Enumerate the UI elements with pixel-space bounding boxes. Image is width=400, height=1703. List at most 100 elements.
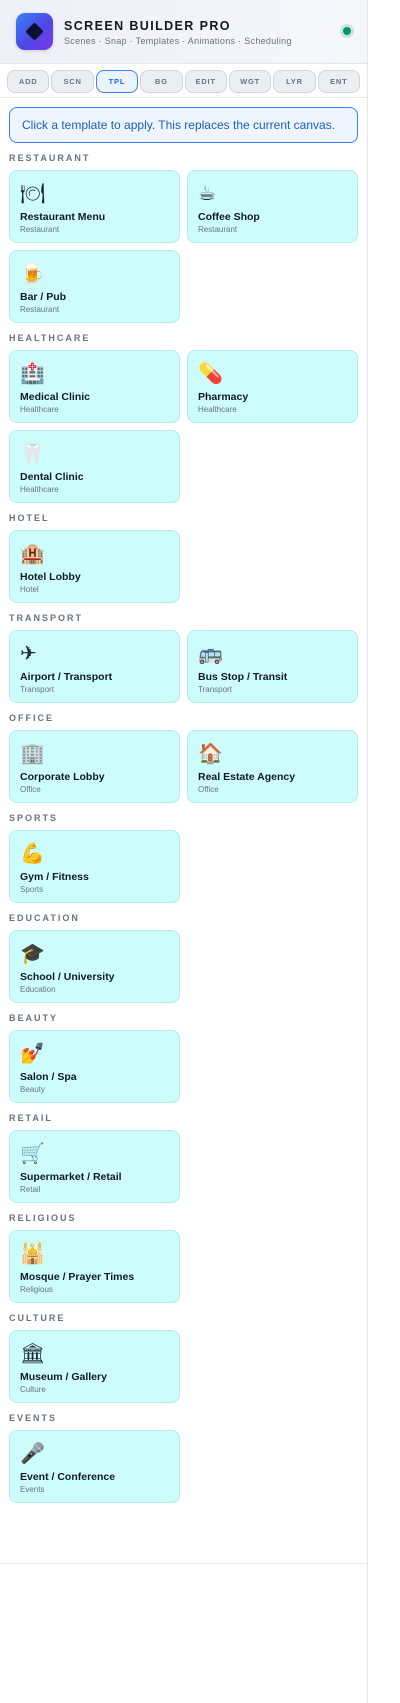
template-name: Dental Clinic xyxy=(20,471,84,483)
tab-add[interactable]: ADD xyxy=(7,70,50,93)
template-category: Events xyxy=(20,1485,45,1494)
app-header: SCREEN BUILDER PRO Scenes · Snap · Templ… xyxy=(0,0,367,64)
template-name: Event / Conference xyxy=(20,1471,116,1483)
template-grid-healthcare: 🏥 Medical Clinic Healthcare 💊 Pharmacy Health… xyxy=(9,350,358,503)
section-title-transport: TRANSPORT xyxy=(9,613,83,623)
title-block: SCREEN BUILDER PRO Scenes · Snap · Templ… xyxy=(64,18,351,46)
section-title-religious: RELIGIOUS xyxy=(9,1213,77,1223)
template-card[interactable]: 🏨 Hotel Lobby Hotel xyxy=(9,530,180,603)
template-card[interactable]: 🍺 Bar / Pub Restaurant xyxy=(9,250,180,323)
nail-polish-icon: 💅 xyxy=(20,1041,45,1065)
tab-tpl[interactable]: TPL xyxy=(95,70,139,93)
section-title-office: OFFICE xyxy=(9,713,54,723)
template-category: Transport xyxy=(198,685,232,694)
template-name: Salon / Spa xyxy=(20,1071,77,1083)
template-card[interactable]: 💪 Gym / Fitness Sports xyxy=(9,830,180,903)
status-indicator xyxy=(343,27,351,35)
section-title-culture: CULTURE xyxy=(9,1313,66,1323)
template-grid-education: 🎓 School / University Education xyxy=(9,930,358,1003)
template-category: Restaurant xyxy=(20,305,60,314)
graduation-cap-icon: 🎓 xyxy=(20,941,45,965)
template-name: Corporate Lobby xyxy=(20,771,105,783)
template-card[interactable]: 🚌 Bus Stop / Transit Transport xyxy=(187,630,358,703)
template-card[interactable]: 🏛 Museum / Gallery Culture xyxy=(9,1330,180,1403)
section-title-events: EVENTS xyxy=(9,1413,58,1423)
section-title-sports: SPORTS xyxy=(9,813,59,823)
office-building-icon: 🏢 xyxy=(20,741,45,765)
template-category: Sports xyxy=(20,885,44,894)
template-card[interactable]: 🍽 Restaurant Menu Restaurant xyxy=(9,170,180,243)
app-logo-icon xyxy=(16,13,53,50)
template-category: Healthcare xyxy=(20,485,59,494)
template-name: Medical Clinic xyxy=(20,391,91,403)
shopping-cart-icon: 🛒 xyxy=(20,1141,45,1165)
template-grid-sports: 💪 Gym / Fitness Sports xyxy=(9,830,358,903)
template-category: Healthcare xyxy=(198,405,237,414)
tab-wgt[interactable]: WGT xyxy=(228,70,272,93)
hospital-icon: 🏥 xyxy=(20,361,45,385)
template-category: Restaurant xyxy=(198,225,238,234)
template-name: Supermarket / Retail xyxy=(20,1171,122,1183)
tab-bg[interactable]: BG xyxy=(140,70,183,93)
template-name: Bus Stop / Transit xyxy=(198,671,288,683)
hotel-icon: 🏨 xyxy=(20,541,45,565)
template-name: Pharmacy xyxy=(198,391,249,403)
template-card[interactable]: 🦷 Dental Clinic Healthcare xyxy=(9,430,180,503)
plate-cutlery-icon: 🍽 xyxy=(20,181,46,205)
template-card[interactable]: 💊 Pharmacy Healthcare xyxy=(187,350,358,423)
section-title-hotel: HOTEL xyxy=(9,513,50,523)
airplane-icon: ✈ xyxy=(20,641,37,665)
template-card[interactable]: 🎓 School / University Education xyxy=(9,930,180,1003)
section-title-restaurant: RESTAURANT xyxy=(9,153,91,163)
template-name: School / University xyxy=(20,971,115,983)
tab-edit[interactable]: EDIT xyxy=(184,70,227,93)
section-title-retail: RETAIL xyxy=(9,1113,53,1123)
template-name: Airport / Transport xyxy=(20,671,113,683)
tab-bar: ADD SCN TPL BG EDIT WGT LYR ENT xyxy=(0,64,367,98)
house-icon: 🏠 xyxy=(198,741,223,765)
tab-lyr[interactable]: LYR xyxy=(273,70,316,93)
template-category: Hotel xyxy=(20,585,39,594)
app-subtitle: Scenes · Snap · Templates · Animations ·… xyxy=(64,35,292,46)
template-grid-beauty: 💅 Salon / Spa Beauty xyxy=(9,1030,358,1103)
template-card[interactable]: 🛒 Supermarket / Retail Retail xyxy=(9,1130,180,1203)
tab-ent[interactable]: ENT xyxy=(317,70,360,93)
template-card[interactable]: 🎤 Event / Conference Events xyxy=(9,1430,180,1503)
template-category: Restaurant xyxy=(20,225,60,234)
tooth-icon: 🦷 xyxy=(20,441,45,465)
template-card[interactable]: 🕌 Mosque / Prayer Times Religious xyxy=(9,1230,180,1303)
template-category: Culture xyxy=(20,1385,46,1394)
coffee-icon: ☕ xyxy=(198,181,216,205)
template-grid-religious: 🕌 Mosque / Prayer Times Religious xyxy=(9,1230,358,1303)
template-category: Religious xyxy=(20,1285,53,1294)
section-title-healthcare: HEALTHCARE xyxy=(9,333,91,343)
template-category: Retail xyxy=(20,1185,41,1194)
tab-scn[interactable]: SCN xyxy=(51,70,94,93)
bottom-divider xyxy=(0,1563,367,1564)
flexed-arm-icon: 💪 xyxy=(20,841,45,865)
template-card[interactable]: 🏥 Medical Clinic Healthcare xyxy=(9,350,180,423)
template-category: Transport xyxy=(20,685,54,694)
template-grid-transport: ✈ Airport / Transport Transport 🚌 Bus Stop /… xyxy=(9,630,358,703)
template-grid-hotel: 🏨 Hotel Lobby Hotel xyxy=(9,530,358,603)
section-title-education: EDUCATION xyxy=(9,913,80,923)
template-name: Bar / Pub xyxy=(20,291,67,303)
section-title-beauty: BEAUTY xyxy=(9,1013,59,1023)
template-name: Real Estate Agency xyxy=(198,771,296,783)
template-name: Hotel Lobby xyxy=(20,571,81,583)
bus-icon: 🚌 xyxy=(198,641,223,665)
template-category: Beauty xyxy=(20,1085,45,1094)
info-banner: Click a template to apply. This replaces… xyxy=(9,107,358,143)
app-title: SCREEN BUILDER PRO xyxy=(64,18,231,33)
pill-icon: 💊 xyxy=(198,361,223,385)
template-card[interactable]: ✈ Airport / Transport Transport xyxy=(9,630,180,703)
template-grid-culture: 🏛 Museum / Gallery Culture xyxy=(9,1330,358,1403)
template-card[interactable]: 💅 Salon / Spa Beauty xyxy=(9,1030,180,1103)
template-name: Coffee Shop xyxy=(198,211,260,223)
template-card[interactable]: 🏠 Real Estate Agency Office xyxy=(187,730,358,803)
template-category: Office xyxy=(198,785,219,794)
template-card[interactable]: 🏢 Corporate Lobby Office xyxy=(9,730,180,803)
template-category: Education xyxy=(20,985,56,994)
template-card[interactable]: ☕ Coffee Shop Restaurant xyxy=(187,170,358,243)
builder-panel: SCREEN BUILDER PRO Scenes · Snap · Templ… xyxy=(0,0,368,1703)
